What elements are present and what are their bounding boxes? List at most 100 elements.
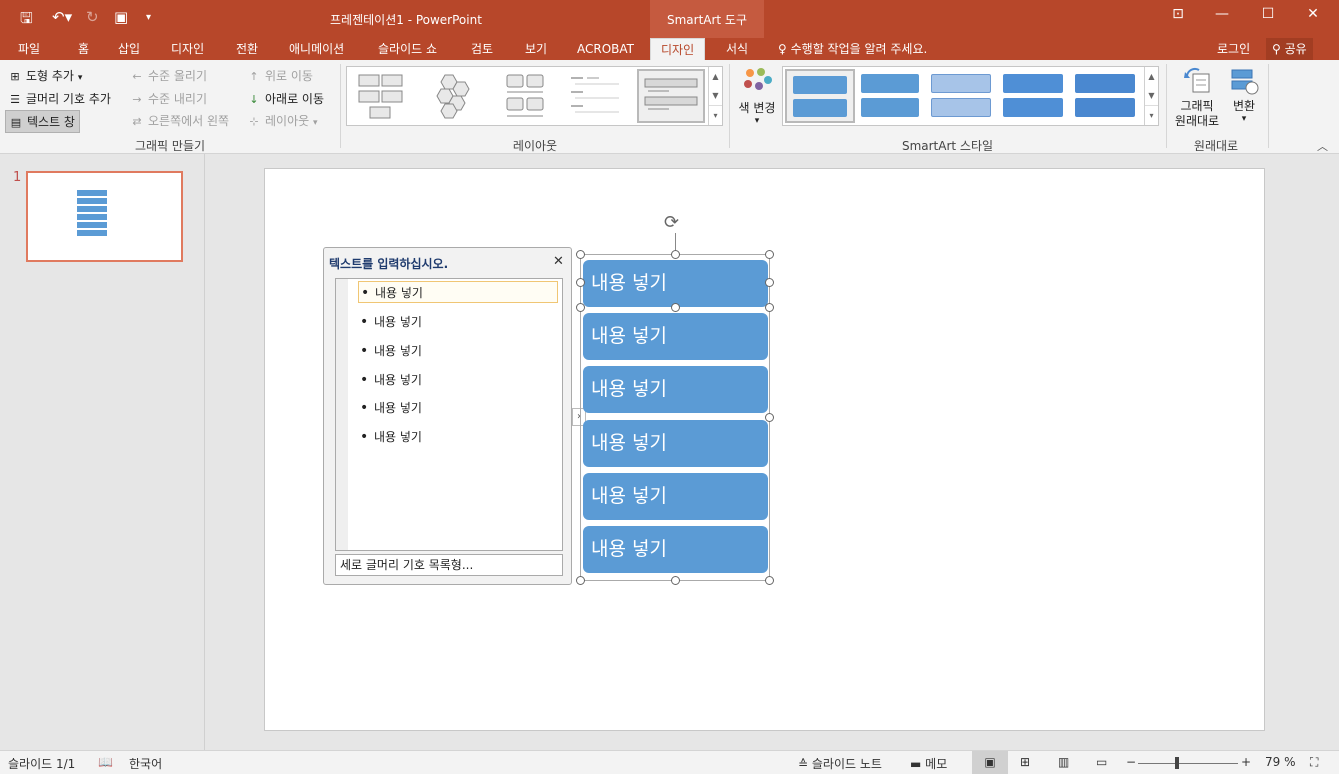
- scroll-down-icon[interactable]: ▼: [709, 86, 722, 105]
- tab-home[interactable]: 홈: [78, 40, 89, 60]
- tab-review[interactable]: 검토: [471, 40, 493, 60]
- promote-button[interactable]: ← 수준 올리기: [130, 67, 207, 84]
- tab-acrobat[interactable]: ACROBAT: [577, 40, 634, 60]
- layout-thumb-block-list[interactable]: [357, 73, 407, 121]
- spell-check-icon[interactable]: 📖: [98, 755, 113, 769]
- presentation-icon[interactable]: ▣: [114, 8, 128, 26]
- smartart-shape[interactable]: 내용 넣기: [583, 420, 768, 467]
- convert-button[interactable]: 변환 ▾: [1226, 66, 1262, 136]
- smartart-shape[interactable]: 내용 넣기: [583, 260, 768, 307]
- tab-slideshow[interactable]: 슬라이드 쇼: [378, 40, 437, 60]
- login-link[interactable]: 로그인: [1217, 40, 1250, 57]
- comments-button[interactable]: ▬ 메모: [910, 755, 947, 772]
- gallery-more-icon[interactable]: ▾: [1145, 105, 1158, 124]
- resize-handle[interactable]: [765, 303, 774, 312]
- resize-handle[interactable]: [765, 576, 774, 585]
- tab-animations[interactable]: 애니메이션: [289, 40, 344, 60]
- layouts-gallery-scroll[interactable]: ▲ ▼ ▾: [708, 67, 722, 125]
- tell-me-search[interactable]: ♀ 수행할 작업을 알려 주세요.: [778, 40, 927, 57]
- tab-insert[interactable]: 삽입: [118, 40, 140, 60]
- tab-transitions[interactable]: 전환: [236, 40, 258, 60]
- maximize-button[interactable]: ☐: [1256, 6, 1280, 28]
- zoom-out-button[interactable]: −: [1126, 755, 1136, 769]
- smartart-shape[interactable]: 내용 넣기: [583, 313, 768, 360]
- zoom-in-button[interactable]: +: [1241, 755, 1251, 769]
- add-shape-button[interactable]: ⊞ 도형 추가 ▾: [8, 67, 82, 84]
- layout-thumb-grouped-list[interactable]: [505, 73, 549, 121]
- notes-button[interactable]: ≙ 슬라이드 노트: [798, 755, 882, 772]
- layout-thumb-hexagons[interactable]: [435, 73, 475, 121]
- move-down-button[interactable]: ↓ 아래로 이동: [247, 90, 324, 107]
- group-divider: [1166, 64, 1167, 148]
- customize-quick-access-icon[interactable]: ▾: [146, 12, 151, 23]
- reading-view-icon[interactable]: ▥: [1058, 755, 1069, 769]
- resize-handle[interactable]: [765, 250, 774, 259]
- scroll-up-icon[interactable]: ▲: [1145, 67, 1158, 86]
- style-thumb-moderate[interactable]: [1003, 74, 1063, 118]
- style-thumb-intense[interactable]: [1075, 74, 1135, 118]
- demote-button[interactable]: → 수준 내리기: [130, 90, 207, 107]
- share-button[interactable]: ⚲ 공유: [1266, 38, 1313, 60]
- zoom-slider-thumb[interactable]: [1175, 757, 1179, 769]
- resize-handle[interactable]: [576, 576, 585, 585]
- add-bullet-button[interactable]: ☰ 글머리 기호 추가: [8, 90, 111, 107]
- text-pane-button[interactable]: ▤ 텍스트 창: [5, 110, 80, 133]
- bullet-item[interactable]: 내용 넣기: [358, 311, 558, 333]
- gallery-more-icon[interactable]: ▾: [709, 105, 722, 124]
- layout-description-link[interactable]: 세로 글머리 기호 목록형...: [335, 554, 563, 576]
- change-colors-button[interactable]: 색 변경 ▾: [735, 66, 779, 132]
- ribbon-display-options-icon[interactable]: ⊡: [1166, 6, 1190, 28]
- minimize-button[interactable]: —: [1210, 6, 1234, 28]
- layout-button[interactable]: ⊹ 레이아웃 ▾: [247, 112, 317, 129]
- text-pane-bullet-list[interactable]: 내용 넣기 내용 넣기 내용 넣기 내용 넣기 내용 넣기 내용 넣기: [335, 278, 563, 551]
- resize-handle[interactable]: [576, 303, 585, 312]
- resize-handle[interactable]: [576, 250, 585, 259]
- close-button[interactable]: ✕: [1301, 6, 1325, 28]
- styles-gallery-scroll[interactable]: ▲ ▼ ▾: [1144, 67, 1158, 125]
- smartart-shape[interactable]: 내용 넣기: [583, 366, 768, 413]
- bullet-item[interactable]: 내용 넣기: [358, 369, 558, 391]
- style-thumb-subtle[interactable]: [931, 74, 991, 118]
- resize-handle[interactable]: [671, 576, 680, 585]
- resize-handle[interactable]: [671, 303, 680, 312]
- smartart-shape[interactable]: 내용 넣기: [583, 526, 768, 573]
- zoom-level[interactable]: 79 %: [1265, 755, 1296, 769]
- layout-thumb-text-list[interactable]: [569, 73, 623, 121]
- tab-file[interactable]: 파일: [18, 40, 40, 60]
- style-thumb-white-outline[interactable]: [861, 74, 919, 118]
- resize-handle[interactable]: [765, 413, 774, 422]
- right-to-left-button[interactable]: ⇄ 오른쪽에서 왼쪽: [130, 112, 229, 129]
- layout-thumb-vertical-bullet-list-selected[interactable]: [637, 69, 705, 123]
- bullet-item[interactable]: 내용 넣기: [358, 426, 558, 448]
- slide-thumbnail[interactable]: [26, 171, 183, 262]
- bullet-item[interactable]: 내용 넣기: [358, 397, 558, 419]
- tab-design[interactable]: 디자인: [171, 40, 204, 60]
- collapse-ribbon-icon[interactable]: ︿: [1317, 138, 1328, 154]
- scroll-up-icon[interactable]: ▲: [709, 67, 722, 86]
- slideshow-view-icon[interactable]: ▭: [1096, 755, 1107, 769]
- scroll-down-icon[interactable]: ▼: [1145, 86, 1158, 105]
- normal-view-button[interactable]: ▣: [972, 751, 1008, 774]
- language-indicator[interactable]: 한국어: [129, 755, 162, 772]
- tab-smartart-design[interactable]: 디자인: [650, 38, 706, 60]
- fit-to-window-icon[interactable]: ⛶: [1310, 755, 1318, 770]
- zoom-slider[interactable]: [1138, 763, 1238, 764]
- tab-view[interactable]: 보기: [525, 40, 547, 60]
- bullet-item[interactable]: 내용 넣기: [358, 340, 558, 362]
- reset-graphic-button[interactable]: 그래픽 원래대로: [1170, 66, 1224, 136]
- resize-handle[interactable]: [765, 278, 774, 287]
- save-icon[interactable]: 🖫: [20, 8, 33, 33]
- slide-sorter-view-icon[interactable]: ⊞: [1020, 755, 1030, 769]
- tab-format[interactable]: 서식: [726, 40, 748, 60]
- undo-icon[interactable]: ↶▾: [52, 8, 72, 26]
- move-up-button[interactable]: ↑ 위로 이동: [247, 67, 313, 84]
- smartart-shape[interactable]: 내용 넣기: [583, 473, 768, 520]
- close-icon[interactable]: ✕: [553, 254, 564, 269]
- smartart-styles-gallery: ▲ ▼ ▾: [782, 66, 1159, 126]
- style-thumb-simple-fill-selected[interactable]: [785, 69, 855, 123]
- resize-handle[interactable]: [671, 250, 680, 259]
- resize-handle[interactable]: [576, 278, 585, 287]
- rotate-handle-icon[interactable]: ⟳: [664, 212, 679, 233]
- bullet-item[interactable]: 내용 넣기: [358, 281, 558, 304]
- redo-icon[interactable]: ↻: [86, 8, 99, 26]
